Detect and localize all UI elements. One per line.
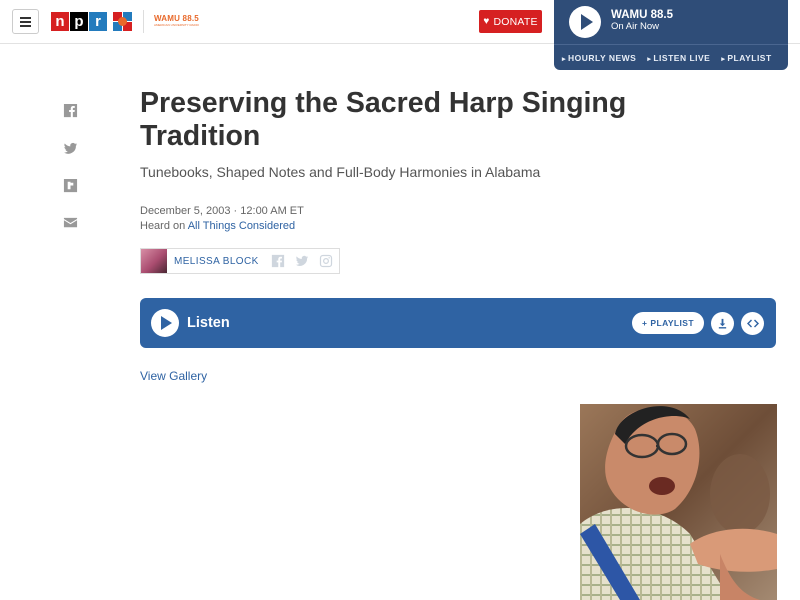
flipboard-icon[interactable] [62,177,78,193]
npr-logo-n: n [51,12,69,31]
station-player: WAMU 88.5 On Air Now HOURLY NEWS LISTEN … [554,0,788,70]
man-singing-photo [580,404,777,600]
download-button[interactable] [711,312,734,335]
facebook-icon[interactable] [271,254,285,268]
heard-on-prefix: Heard on [140,220,186,232]
wamu-logo-subtext: AMERICAN UNIVERSITY RADIO [154,23,199,27]
twitter-icon[interactable] [62,140,78,156]
audio-play-button[interactable] [151,309,179,337]
npr-mark-icon [113,12,132,31]
npr-logo[interactable]: n p r [51,12,108,31]
article-subtitle: Tunebooks, Shaped Notes and Full-Body Ha… [140,164,541,180]
hourly-news-link[interactable]: HOURLY NEWS [562,53,636,63]
heart-icon: ♥ [483,16,490,27]
station-links: HOURLY NEWS LISTEN LIVE PLAYLIST [554,44,788,70]
email-icon[interactable] [62,214,78,230]
author-name[interactable]: MELISSA BLOCK [174,256,259,267]
playlist-button-label: PLAYLIST [650,318,694,328]
hamburger-line [20,24,31,27]
add-to-playlist-button[interactable]: + PLAYLIST [632,312,704,334]
playlist-link[interactable]: PLAYLIST [721,53,771,63]
npr-logo-r: r [89,12,107,31]
facebook-icon[interactable] [62,102,78,118]
audio-player: Listen + PLAYLIST [140,298,776,348]
station-status: On Air Now [611,21,660,32]
hamburger-line [20,16,31,19]
heard-on: Heard on All Things Considered [140,220,295,232]
wamu-logo[interactable]: WAMU 88.5 AMERICAN UNIVERSITY RADIO [154,14,202,27]
embed-icon [746,319,759,328]
embed-button[interactable] [741,312,764,335]
program-link[interactable]: All Things Considered [188,220,295,232]
listen-label[interactable]: Listen [187,315,230,331]
listen-live-link[interactable]: LISTEN LIVE [647,53,710,63]
plus-icon: + [642,318,648,328]
donate-label: DONATE [493,15,538,28]
author-avatar[interactable] [141,249,167,273]
article-dateline: December 5, 2003 · 12:00 AM ET [140,205,304,217]
hamburger-line [20,20,31,23]
donate-button[interactable]: ♥ DONATE [479,10,542,33]
station-name: WAMU 88.5 [611,9,673,21]
header-divider [143,10,144,33]
npr-logo-p: p [70,12,88,31]
article-photo[interactable] [580,404,777,600]
article-title: Preserving the Sacred Harp Singing Tradi… [140,87,627,152]
menu-button[interactable] [12,9,39,34]
twitter-icon[interactable] [295,254,309,268]
view-gallery-link[interactable]: View Gallery [140,369,207,383]
wamu-logo-text: WAMU 88.5 [154,14,199,23]
download-icon [718,318,727,329]
instagram-icon[interactable] [319,254,333,268]
station-play-button[interactable] [569,6,601,38]
byline: MELISSA BLOCK [140,248,340,274]
